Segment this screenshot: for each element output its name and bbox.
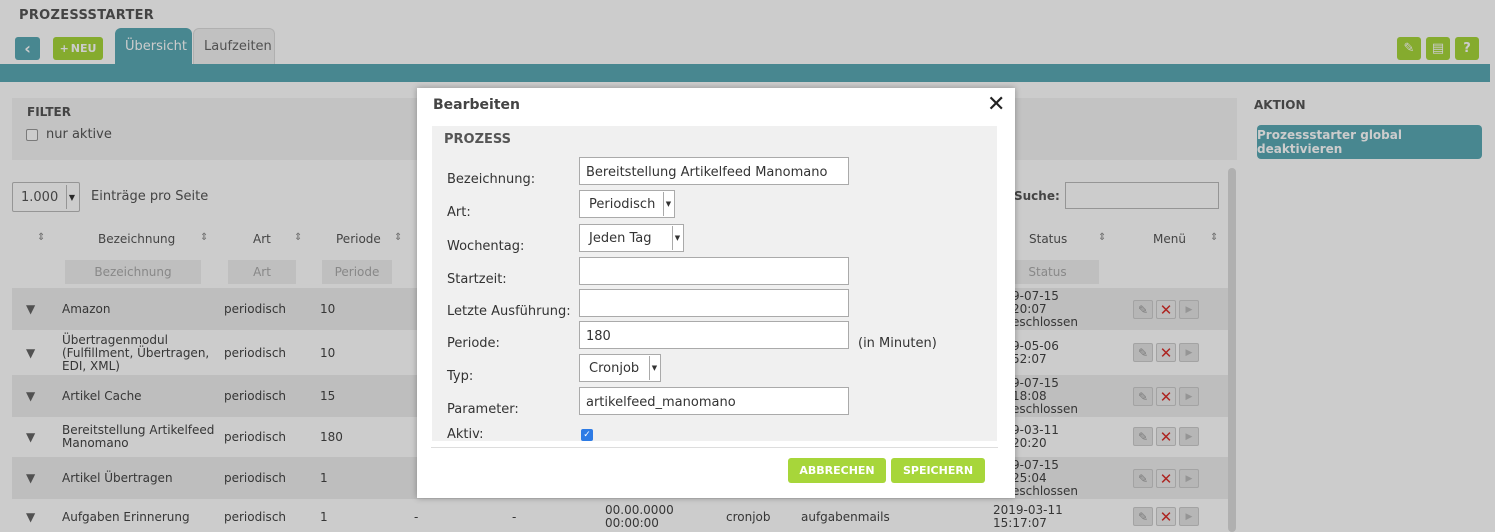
- periode-label: Periode:: [447, 336, 500, 351]
- aktiv-label: Aktiv:: [447, 427, 484, 442]
- parameter-input[interactable]: artikelfeed_manomano: [579, 387, 849, 415]
- section-title: PROZESS: [444, 132, 512, 147]
- art-label: Art:: [447, 205, 471, 220]
- caret-down-icon: ▼: [649, 356, 659, 380]
- save-button[interactable]: SPEICHERN: [891, 458, 985, 483]
- bezeichnung-input[interactable]: Bereitstellung Artikelfeed Manomano: [579, 157, 849, 185]
- startzeit-input[interactable]: [579, 257, 849, 285]
- wochentag-label: Wochentag:: [447, 239, 525, 254]
- typ-label: Typ:: [447, 369, 474, 384]
- process-section: PROZESS Bezeichnung: Bereitstellung Arti…: [432, 126, 997, 442]
- dialog-title: Bearbeiten: [433, 97, 520, 113]
- wochentag-value: Jeden Tag: [589, 231, 652, 246]
- letzte-ausfuehrung-label: Letzte Ausführung:: [447, 304, 571, 319]
- wochentag-select[interactable]: Jeden Tag ▼: [579, 224, 684, 252]
- caret-down-icon: ▼: [672, 226, 682, 250]
- cancel-button[interactable]: ABBRECHEN: [788, 458, 886, 483]
- checkmark-icon: ✓: [583, 430, 591, 440]
- bezeichnung-label: Bezeichnung:: [447, 172, 536, 187]
- close-icon[interactable]: ✕: [987, 94, 1005, 116]
- art-value: Periodisch: [589, 197, 656, 212]
- aktiv-checkbox[interactable]: ✓: [581, 429, 593, 441]
- typ-select[interactable]: Cronjob ▼: [579, 354, 661, 382]
- parameter-label: Parameter:: [447, 402, 519, 417]
- edit-dialog: Bearbeiten ✕ PROZESS Bezeichnung: Bereit…: [417, 88, 1015, 498]
- periode-unit-hint: (in Minuten): [858, 336, 937, 351]
- periode-input[interactable]: 180: [579, 321, 849, 349]
- caret-down-icon: ▼: [663, 192, 673, 216]
- dialog-divider: [431, 447, 998, 448]
- letzte-ausfuehrung-input[interactable]: [579, 289, 849, 317]
- startzeit-label: Startzeit:: [447, 272, 507, 287]
- typ-value: Cronjob: [589, 361, 640, 376]
- art-select[interactable]: Periodisch ▼: [579, 190, 675, 218]
